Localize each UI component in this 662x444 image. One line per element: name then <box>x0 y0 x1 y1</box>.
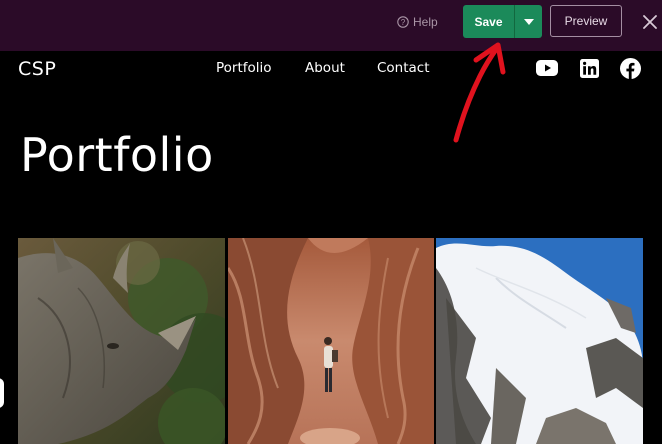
nav-link-contact[interactable]: Contact <box>377 60 430 76</box>
save-button[interactable]: Save <box>463 5 514 38</box>
gallery-image-canyon[interactable] <box>228 238 434 444</box>
page-title: Portfolio <box>20 128 214 182</box>
caret-down-icon <box>523 18 534 25</box>
youtube-icon <box>536 60 558 76</box>
mountain-photo <box>436 238 643 444</box>
canyon-photo <box>228 238 434 444</box>
svg-text:?: ? <box>401 18 406 27</box>
site-nav: Portfolio About Contact <box>0 60 662 80</box>
gallery-image-mountain[interactable] <box>436 238 643 444</box>
linkedin-link[interactable] <box>578 57 600 79</box>
close-icon <box>643 15 657 29</box>
editor-toolbar: ? Help Save Preview <box>0 0 662 51</box>
rhino-photo <box>18 238 225 444</box>
save-button-group: Save <box>463 5 542 38</box>
facebook-link[interactable] <box>619 57 641 79</box>
preview-button[interactable]: Preview <box>550 5 622 37</box>
help-label: Help <box>413 15 438 29</box>
side-panel-handle[interactable] <box>0 378 4 408</box>
nav-link-about[interactable]: About <box>305 60 345 76</box>
gallery-image-rhino[interactable] <box>18 238 225 444</box>
help-link[interactable]: ? Help <box>397 13 438 31</box>
youtube-link[interactable] <box>536 57 558 79</box>
save-options-button[interactable] <box>515 5 542 38</box>
nav-link-portfolio[interactable]: Portfolio <box>216 60 272 76</box>
help-circle-icon: ? <box>397 16 409 28</box>
close-button[interactable] <box>640 12 660 32</box>
facebook-icon <box>619 57 641 79</box>
linkedin-icon <box>579 58 599 78</box>
